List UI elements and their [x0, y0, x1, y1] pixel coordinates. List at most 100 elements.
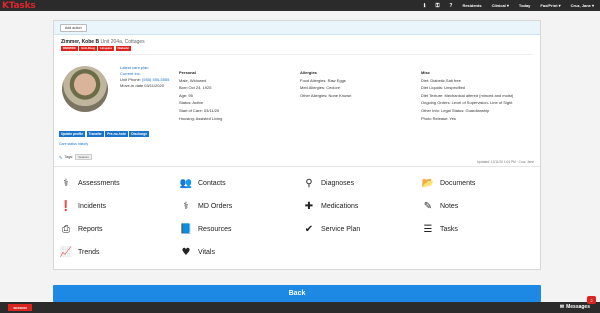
top-nav: ℹ ⚿ ? Residents Clinical ▾ Today Fax/Pri… — [424, 0, 594, 11]
menu-notes[interactable]: ✎ Notes — [422, 200, 459, 212]
lock-icon[interactable]: ⚿ — [436, 3, 440, 9]
misc-line: Ongoing Orders: Level of Supervision- Li… — [421, 100, 513, 106]
session-button[interactable]: SESSION — [8, 304, 32, 311]
care-status-history-link[interactable]: Care status history — [59, 142, 88, 146]
menu-documents[interactable]: 📂 Documents — [421, 177, 476, 189]
profile-actions: Update profile Transfer Pre-no-hold Disc… — [59, 131, 150, 137]
misc-line: Diet Liquids: Unspecified — [421, 85, 466, 91]
menu-label: Medications — [321, 202, 359, 210]
pencil-icon[interactable]: ✎ — [59, 155, 62, 160]
menu-medications[interactable]: ✚ Medications — [303, 200, 359, 212]
alert-circle-icon: ❗ — [59, 200, 73, 212]
menu-trends[interactable]: 📈 Trends — [60, 246, 100, 258]
folder-icon: 📂 — [421, 177, 435, 189]
unit-phone-link[interactable]: (555) 555-5555 — [142, 77, 169, 82]
tag-badge: DNR/DNI — [61, 46, 78, 51]
divider — [61, 54, 533, 55]
info-icon[interactable]: ℹ — [424, 3, 426, 9]
menu-label: Trends — [78, 248, 100, 256]
menu-label: Documents — [440, 179, 476, 187]
resident-card: Add action Zimmer, Kobe B Unit 204a, Cot… — [53, 20, 541, 270]
menu-tasks[interactable]: ☰ Tasks — [422, 223, 458, 235]
menu-contacts[interactable]: 👥 Contacts — [180, 177, 226, 189]
menu-label: Contacts — [198, 179, 226, 187]
messages-icon: ✉ — [559, 304, 565, 310]
help-icon[interactable]: ? — [449, 3, 452, 9]
allergy-line: Food Allergies: Raw Eggs — [300, 77, 346, 83]
misc-line: Photo Release: Yes — [421, 115, 456, 121]
add-action-button[interactable]: Add action — [60, 24, 87, 32]
personal-column: Personal Male, Widowed Born Oct 24, 1925… — [179, 69, 222, 122]
menu-reports[interactable]: ⎙ Reports — [60, 223, 103, 235]
menu-label: Service Plan — [321, 225, 361, 233]
tag-badge: Hospice — [98, 46, 115, 51]
action-strip: Add action — [54, 21, 540, 35]
check-circle-icon: ✔ — [304, 223, 314, 235]
nav-residents[interactable]: Residents — [462, 3, 481, 8]
messages-label: Messages — [566, 304, 590, 310]
menu-md-orders[interactable]: ⚕ MD Orders — [180, 200, 232, 212]
top-bar: KTasks ℹ ⚿ ? Residents Clinical ▾ Today … — [0, 0, 600, 11]
menu-vitals[interactable]: ♥ Vitals — [180, 246, 215, 258]
allergies-heading: Allergies — [300, 70, 317, 75]
tag-badge: Anti-Drug — [79, 46, 97, 51]
tag-chip[interactable]: Veteran — [75, 154, 92, 160]
bottom-bar: SESSION ✉ Messages — [0, 302, 600, 313]
personal-heading: Personal — [179, 70, 196, 75]
divider — [54, 166, 540, 167]
misc-line: Other Info: Legal Status: Guardianship — [421, 107, 490, 113]
patient-unit: Unit 204a, Cottages — [100, 39, 145, 45]
menu-incidents[interactable]: ❗ Incidents — [60, 200, 106, 212]
module-menu: ⚕ Assessments 👥 Contacts ⚲ Diagnoses 📂 Docum… — [60, 173, 530, 268]
allergies-column: Allergies Food Allergies: Raw Eggs Med A… — [300, 69, 351, 99]
misc-heading: Misc — [421, 70, 430, 75]
tags-label: Tags: — [64, 155, 74, 159]
personal-line: Start of Care: 03/11/20 — [179, 107, 220, 113]
allergy-line: Med Allergies: Ceclore — [300, 85, 341, 91]
patient-name-line: Zimmer, Kobe B Unit 204a, Cottages — [61, 39, 145, 45]
menu-label: MD Orders — [198, 202, 233, 210]
menu-resources[interactable]: 📘 Resources — [179, 223, 232, 235]
patient-photo[interactable] — [62, 66, 108, 112]
update-profile-button[interactable]: Update profile — [59, 131, 86, 137]
edit-icon: ✎ — [423, 200, 433, 212]
app-logo[interactable]: KTasks — [2, 1, 36, 11]
nav-today[interactable]: Today — [519, 3, 530, 8]
allergy-line: Other Allergies: None Known — [300, 92, 352, 98]
pre-no-hold-button[interactable]: Pre-no-hold — [105, 131, 128, 137]
menu-label: Tasks — [440, 225, 458, 233]
personal-line: Born Oct 24, 1925 — [179, 85, 212, 91]
users-icon: 👥 — [179, 177, 193, 189]
personal-line: Status: Active — [179, 100, 204, 106]
nav-clinical[interactable]: Clinical ▾ — [492, 3, 509, 8]
discharge-button[interactable]: Discharge — [129, 131, 150, 137]
doctor-icon: ⚕ — [183, 200, 189, 212]
misc-line: Diet: Diabetic,Salt free — [421, 77, 461, 83]
patient-tags: DNR/DNI Anti-Drug Hospice Diabetic — [61, 46, 132, 51]
medkit-icon: ✚ — [304, 200, 314, 212]
nav-user-menu[interactable]: Cruz, Jane ▾ — [571, 3, 594, 8]
misc-line: Diet Texture: Mechanical altered (minced… — [421, 92, 514, 98]
tags-row: ✎ Tags: Veteran — [59, 154, 92, 160]
back-button[interactable]: Back — [53, 285, 541, 302]
line-chart-icon: 📈 — [59, 246, 73, 258]
menu-label: Notes — [440, 202, 459, 210]
transfer-button[interactable]: Transfer — [86, 131, 104, 137]
menu-assessments[interactable]: ⚕ Assessments — [60, 177, 119, 189]
menu-label: Diagnoses — [321, 179, 355, 187]
messages-button[interactable]: ✉ Messages — [560, 304, 590, 310]
updated-timestamp: Updated: 12/11/20 1:04 PM · Cruz, Jane — [477, 160, 534, 164]
menu-service-plan[interactable]: ✔ Service Plan — [303, 223, 361, 235]
tag-badge: Diabetic — [115, 46, 132, 51]
menu-diagnoses[interactable]: ⚲ Diagnoses — [303, 177, 354, 189]
menu-label: Resources — [198, 225, 232, 233]
nav-faxprint[interactable]: Fax/Print ▾ — [540, 3, 560, 8]
unit-phone-label: Unit Phone: — [120, 77, 141, 82]
patient-name: Zimmer, Kobe B — [61, 39, 100, 45]
tasks-icon: ☰ — [423, 223, 433, 235]
book-icon: 📘 — [179, 223, 193, 235]
menu-label: Reports — [78, 225, 103, 233]
clipboard-user-icon: ⚕ — [63, 177, 69, 189]
print-icon: ⎙ — [62, 223, 70, 235]
personal-line: Age: 95 — [179, 92, 193, 98]
